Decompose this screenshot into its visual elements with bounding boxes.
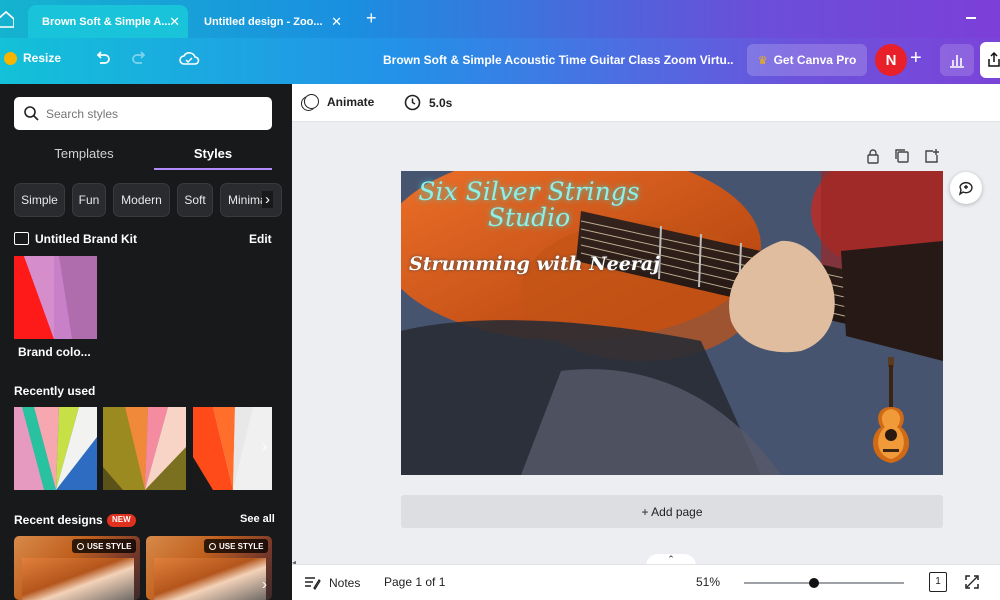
use-style-label: USE STYLE <box>219 541 264 551</box>
tab-untitled-design[interactable]: Untitled design - Zoo... ✕ <box>190 5 350 38</box>
resize-button[interactable]: Resize <box>4 51 61 65</box>
crown-icon <box>4 51 17 65</box>
crown-icon: ♛ <box>757 54 768 67</box>
document-title[interactable]: Brown Soft & Simple Acoustic Time Guitar… <box>383 53 733 67</box>
style-chip-modern[interactable]: Modern <box>113 183 170 217</box>
close-tab-icon[interactable]: ✕ <box>331 14 342 30</box>
search-icon <box>24 106 39 121</box>
style-icon <box>77 542 84 550</box>
styles-panel: Templates Styles Simple Fun Modern Soft … <box>0 84 292 600</box>
zoom-slider-track <box>744 582 904 584</box>
active-tab-indicator <box>154 168 272 170</box>
guitar-sticker[interactable] <box>867 357 915 469</box>
design-title-line-2: Studio <box>487 203 571 232</box>
design-title-line-1: Six Silver Strings <box>418 177 640 206</box>
recent-palette-1[interactable] <box>14 407 97 490</box>
bar-chart-icon <box>950 55 964 68</box>
use-style-label: USE STYLE <box>87 541 132 551</box>
add-collaborator-icon[interactable]: + <box>910 47 922 70</box>
chevron-right-icon[interactable]: › <box>262 576 267 593</box>
new-tab-icon[interactable]: + <box>366 8 377 29</box>
tab-styles[interactable]: Styles <box>154 146 272 161</box>
share-button[interactable] <box>980 42 1000 78</box>
share-icon <box>988 52 1000 67</box>
close-tab-icon[interactable]: ✕ <box>169 14 180 30</box>
comment-icon <box>958 181 973 196</box>
insights-button[interactable] <box>940 44 974 76</box>
animate-button[interactable]: Animate <box>304 94 374 109</box>
comment-button[interactable] <box>950 172 982 204</box>
see-all-link[interactable]: See all <box>240 513 275 525</box>
cloud-save-icon[interactable] <box>178 49 200 74</box>
design-subtitle[interactable]: Strumming with Neeraj <box>409 253 660 275</box>
chevron-right-icon[interactable]: › <box>262 191 273 208</box>
brand-kit-icon <box>14 232 29 245</box>
duplicate-page-icon[interactable] <box>894 148 910 169</box>
fullscreen-icon[interactable] <box>964 574 980 593</box>
home-icon[interactable] <box>0 10 15 28</box>
animate-label: Animate <box>327 94 375 109</box>
zoom-slider-thumb[interactable] <box>809 578 819 588</box>
avatar[interactable]: N <box>875 44 907 76</box>
style-chip-simple[interactable]: Simple <box>14 183 65 217</box>
notes-icon <box>305 577 321 590</box>
brand-colors-swatch[interactable] <box>14 256 97 339</box>
add-page-icon[interactable] <box>924 148 940 169</box>
editor-footer: Notes Page 1 of 1 51% 1 <box>292 564 1000 600</box>
page-indicator[interactable]: Page 1 of 1 <box>384 575 445 589</box>
recent-designs-label: Recent designs <box>14 513 103 527</box>
brand-kit-title: Untitled Brand Kit <box>35 232 137 246</box>
design-title[interactable]: Six Silver Strings Studio <box>409 179 649 231</box>
design-thumbnail-image <box>154 558 266 600</box>
brand-colors-label: Brand colo... <box>18 345 91 359</box>
style-chip-fun[interactable]: Fun <box>72 183 106 217</box>
tab-title: Untitled design - Zoo... <box>204 15 323 28</box>
tab-title: Brown Soft & Simple A... <box>42 15 171 28</box>
notes-button[interactable]: Notes <box>304 575 360 590</box>
undo-icon[interactable] <box>92 49 112 74</box>
notes-label: Notes <box>329 575 361 590</box>
get-canva-pro-button[interactable]: ♛ Get Canva Pro <box>747 44 867 76</box>
redo-icon[interactable] <box>130 49 150 74</box>
duration-button[interactable]: 5.0s <box>404 94 452 111</box>
page-count-button[interactable]: 1 <box>929 572 947 592</box>
minimize-icon[interactable] <box>966 17 976 19</box>
zoom-slider[interactable] <box>744 578 904 588</box>
use-style-badge[interactable]: USE STYLE <box>204 539 269 553</box>
design-page[interactable]: Six Silver Strings Studio Strumming with… <box>401 171 943 475</box>
new-badge: NEW <box>107 514 136 527</box>
add-page-button[interactable]: + Add page <box>401 495 943 528</box>
get-pro-label: Get Canva Pro <box>773 53 857 67</box>
resize-label: Resize <box>23 51 62 65</box>
browser-tab-bar: Brown Soft & Simple A... ✕ Untitled desi… <box>0 0 1000 38</box>
recent-design-card-1[interactable]: USE STYLE <box>14 536 140 600</box>
duration-label: 5.0s <box>429 95 453 110</box>
use-style-badge[interactable]: USE STYLE <box>72 539 137 553</box>
animate-icon <box>304 94 319 109</box>
edit-brand-kit-link[interactable]: Edit <box>249 232 272 246</box>
lock-icon[interactable] <box>866 148 880 169</box>
recent-palette-3[interactable] <box>193 407 272 490</box>
search-field[interactable] <box>14 97 272 130</box>
recently-used-label: Recently used <box>14 384 96 398</box>
design-thumbnail-image <box>22 558 134 600</box>
tab-active-design[interactable]: Brown Soft & Simple A... ✕ <box>28 5 188 38</box>
recent-design-card-2[interactable]: USE STYLE <box>146 536 272 600</box>
recent-palette-2[interactable] <box>103 407 186 490</box>
editor-toolbar: Resize Brown Soft & Simple Acoustic Time… <box>0 38 1000 84</box>
zoom-percentage[interactable]: 51% <box>696 575 720 589</box>
style-icon <box>209 542 216 550</box>
search-input[interactable] <box>46 104 266 124</box>
style-chip-soft[interactable]: Soft <box>177 183 213 217</box>
clock-icon <box>404 94 421 111</box>
chevron-right-icon[interactable]: › <box>262 438 267 455</box>
canvas-area: Animate 5.0s Six Silver Strings Studio S… <box>292 84 1000 600</box>
tab-templates[interactable]: Templates <box>14 146 154 161</box>
editor-subtoolbar: Animate 5.0s <box>292 84 1000 122</box>
